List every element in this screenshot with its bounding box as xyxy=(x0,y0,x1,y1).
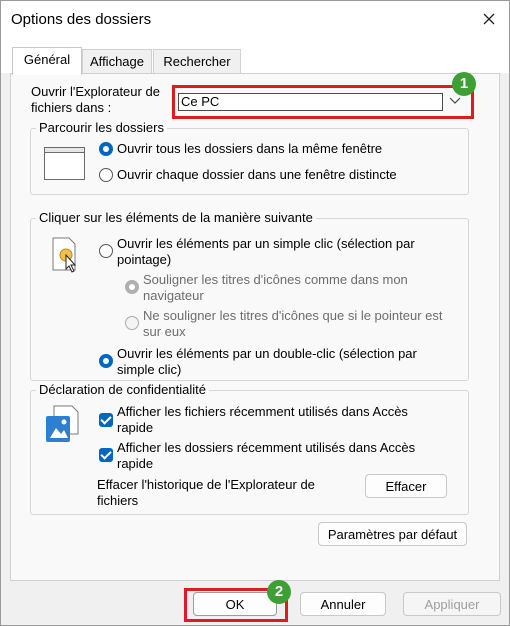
option-double-click-2[interactable]: simple clic) xyxy=(117,362,181,378)
option-underline-point-2: sur eux xyxy=(143,324,186,339)
close-button[interactable] xyxy=(475,5,503,33)
radio-underline-point xyxy=(125,316,139,330)
clear-history-label: Effacer l'historique de l'Explorateur de xyxy=(97,477,315,492)
browse-folders-legend: Parcourir les dossiers xyxy=(36,120,167,135)
open-explorer-label-2: fichiers dans : xyxy=(31,100,112,115)
step-badge-2: 2 xyxy=(267,580,291,604)
option-same-window[interactable]: Ouvrir tous les dossiers dans la même fe… xyxy=(117,141,382,157)
quick-access-icon xyxy=(44,404,86,447)
radio-separate-window[interactable] xyxy=(99,168,113,182)
option-underline-browser-2: navigateur xyxy=(143,288,204,303)
window-title: Options des dossiers xyxy=(11,11,152,28)
option-recent-folders-2[interactable]: rapide xyxy=(117,456,153,472)
option-separate-window[interactable]: Ouvrir chaque dossier dans une fenêtre d… xyxy=(117,167,397,183)
option-single-click-2[interactable]: pointage) xyxy=(117,252,171,268)
tab-rechercher[interactable]: Rechercher xyxy=(153,49,241,74)
folder-options-dialog: Options des dossiers Affichage Recherche… xyxy=(0,0,510,626)
cancel-button[interactable]: Annuler xyxy=(300,592,386,616)
option-recent-files-2[interactable]: rapide xyxy=(117,420,153,436)
window-icon xyxy=(44,147,86,184)
option-recent-files[interactable]: Afficher les fichiers récemment utilisés… xyxy=(117,404,408,420)
click-items-legend: Cliquer sur les éléments de la manière s… xyxy=(36,210,316,225)
checkbox-recent-folders[interactable] xyxy=(99,448,113,462)
option-underline-browser: Souligner les titres d'icônes comme dans… xyxy=(143,272,408,287)
open-explorer-label: Ouvrir l'Explorateur de xyxy=(31,84,160,99)
checkbox-recent-files[interactable] xyxy=(99,413,113,427)
restore-defaults-button[interactable]: Paramètres par défaut xyxy=(318,522,467,546)
privacy-legend: Déclaration de confidentialité xyxy=(36,382,209,397)
option-single-click[interactable]: Ouvrir les éléments par un simple clic (… xyxy=(117,236,415,252)
close-icon xyxy=(483,13,495,25)
option-underline-point: Ne souligner les titres d'icônes que si … xyxy=(143,308,443,323)
step-badge-1: 1 xyxy=(452,72,476,96)
option-double-click[interactable]: Ouvrir les éléments par un double-clic (… xyxy=(117,346,417,362)
tab-label: Affichage xyxy=(90,54,144,69)
tab-label: Général xyxy=(23,52,71,67)
apply-button: Appliquer xyxy=(403,592,501,616)
clear-history-label-2: fichiers xyxy=(97,493,139,508)
tab-label: Rechercher xyxy=(163,54,231,69)
highlight-box-1 xyxy=(172,85,474,119)
radio-underline-browser xyxy=(125,280,139,294)
radio-double-click[interactable] xyxy=(99,354,113,368)
radio-same-window[interactable] xyxy=(99,142,113,156)
click-pointer-icon xyxy=(52,237,82,276)
tab-affichage[interactable]: Affichage xyxy=(82,49,152,74)
option-recent-folders[interactable]: Afficher les dossiers récemment utilisés… xyxy=(117,440,415,456)
browse-folders-group xyxy=(30,128,469,195)
radio-single-click[interactable] xyxy=(99,244,113,258)
tab-general[interactable]: Général xyxy=(12,47,82,75)
clear-button[interactable]: Effacer xyxy=(365,474,447,498)
